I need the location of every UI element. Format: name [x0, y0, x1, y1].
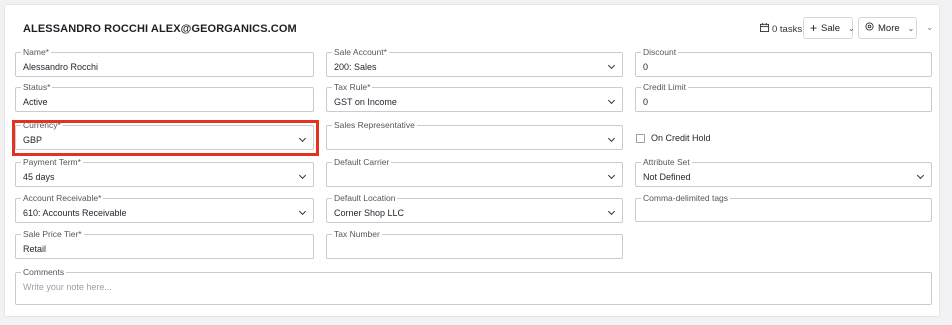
- tasks-label: 0 tasks: [772, 23, 803, 35]
- status-label: Status*: [21, 82, 53, 92]
- currency-highlight-box: [12, 120, 319, 156]
- comments-placeholder: Write your note here...: [23, 282, 112, 292]
- discount-label: Discount: [641, 47, 679, 57]
- status-select[interactable]: Status* Active: [15, 82, 314, 112]
- chevron-down-icon: [607, 61, 616, 70]
- collapse-chevron-icon[interactable]: ⌄: [926, 22, 934, 33]
- default-location-select[interactable]: Default Location Corner Shop LLC: [326, 193, 623, 223]
- sale-account-label: Sale Account*: [332, 47, 389, 57]
- customer-card: ALESSANDRO ROCCHI ALEX@GEORGANICS.COM 0 …: [4, 4, 940, 317]
- chevron-down-icon: [607, 207, 616, 216]
- comments-label: Comments: [21, 267, 67, 277]
- attribute-set-label: Attribute Set: [641, 157, 692, 167]
- name-label: Name*: [21, 47, 51, 57]
- account-receivable-label: Account Receivable*: [21, 193, 104, 203]
- tags-field[interactable]: Comma-delimited tags: [635, 193, 932, 222]
- payment-term-label: Payment Term*: [21, 157, 83, 167]
- default-location-value: Corner Shop LLC: [334, 208, 405, 218]
- credit-limit-label: Credit Limit: [641, 82, 688, 92]
- attribute-set-select[interactable]: Attribute Set Not Defined: [635, 157, 932, 187]
- chevron-down-icon: [607, 171, 616, 180]
- chevron-down-icon: [607, 134, 616, 143]
- default-carrier-select[interactable]: Default Carrier: [326, 157, 623, 187]
- default-carrier-label: Default Carrier: [332, 157, 392, 167]
- sale-account-select[interactable]: Sale Account* 200: Sales: [326, 47, 623, 77]
- payment-term-value: 45 days: [23, 172, 55, 182]
- plus-icon: +: [810, 21, 818, 35]
- tasks-button[interactable]: 0 tasks: [760, 23, 802, 35]
- sale-button-label: Sale: [821, 22, 841, 34]
- sale-price-tier-label: Sale Price Tier*: [21, 229, 84, 239]
- chevron-down-icon: [607, 96, 616, 105]
- tax-rule-label: Tax Rule*: [332, 82, 373, 92]
- attribute-set-value: Not Defined: [643, 172, 691, 182]
- credit-limit-value: 0: [643, 97, 649, 107]
- sale-account-value: 200: Sales: [334, 62, 377, 72]
- status-value: Active: [23, 97, 48, 107]
- comments-textarea[interactable]: Comments Write your note here...: [15, 267, 932, 305]
- more-button[interactable]: More ⌄: [858, 17, 917, 39]
- discount-field[interactable]: Discount 0: [635, 47, 932, 77]
- tags-label: Comma-delimited tags: [641, 193, 731, 203]
- tax-rule-value: GST on Income: [334, 97, 397, 107]
- chevron-down-icon: [298, 207, 307, 216]
- add-sale-button[interactable]: + Sale ⌄: [803, 17, 855, 39]
- credit-limit-field[interactable]: Credit Limit 0: [635, 82, 932, 112]
- on-credit-hold-label: On Credit Hold: [651, 133, 711, 143]
- on-credit-hold-checkbox[interactable]: [636, 134, 645, 143]
- sale-price-tier-value: Retail: [23, 244, 47, 254]
- page-title: ALESSANDRO ROCCHI ALEX@GEORGANICS.COM: [23, 23, 297, 35]
- chevron-down-icon: [298, 171, 307, 180]
- more-button-label: More: [878, 22, 900, 34]
- default-location-label: Default Location: [332, 193, 398, 203]
- chevron-down-icon: ⌄: [848, 23, 855, 33]
- tax-number-field[interactable]: Tax Number: [326, 229, 623, 259]
- sale-price-tier-select[interactable]: Sale Price Tier* Retail: [15, 229, 314, 259]
- more-icon: [865, 22, 874, 34]
- tax-rule-select[interactable]: Tax Rule* GST on Income: [326, 82, 623, 112]
- account-receivable-select[interactable]: Account Receivable* 610: Accounts Receiv…: [15, 193, 314, 223]
- calendar-icon: [760, 23, 769, 35]
- account-receivable-value: 610: Accounts Receivable: [23, 208, 127, 218]
- chevron-down-icon: ⌄: [907, 23, 915, 33]
- sales-representative-label: Sales Representative: [332, 120, 417, 130]
- chevron-down-icon: [916, 171, 925, 180]
- name-value: Alessandro Rocchi: [23, 62, 99, 72]
- tax-number-label: Tax Number: [332, 229, 382, 239]
- payment-term-select[interactable]: Payment Term* 45 days: [15, 157, 314, 187]
- name-field[interactable]: Name* Alessandro Rocchi: [15, 47, 314, 77]
- sales-representative-select[interactable]: Sales Representative: [326, 120, 623, 150]
- discount-value: 0: [643, 62, 649, 72]
